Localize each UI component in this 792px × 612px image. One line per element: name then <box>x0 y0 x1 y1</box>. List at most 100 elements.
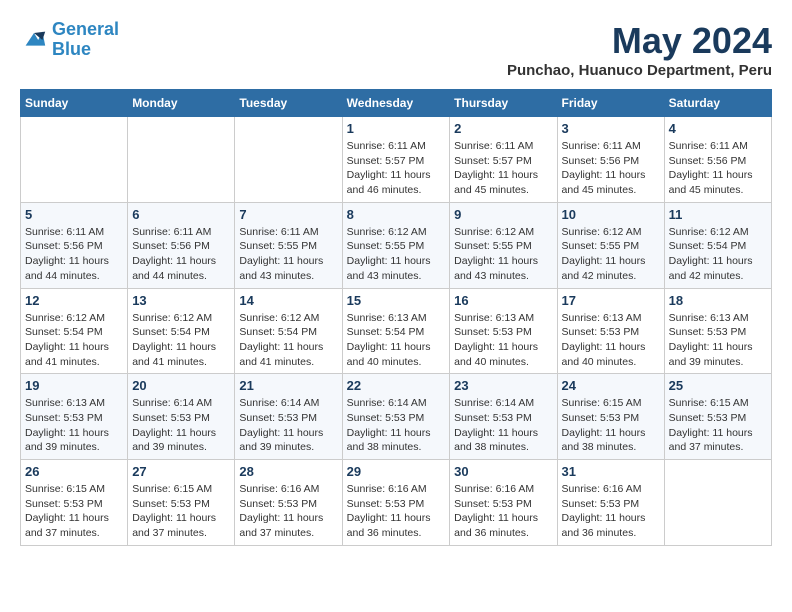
calendar-week-3: 12Sunrise: 6:12 AM Sunset: 5:54 PM Dayli… <box>21 288 772 374</box>
day-info: Sunrise: 6:13 AM Sunset: 5:54 PM Dayligh… <box>347 311 446 370</box>
day-number: 2 <box>454 121 552 136</box>
calendar-cell: 18Sunrise: 6:13 AM Sunset: 5:53 PM Dayli… <box>664 288 771 374</box>
day-info: Sunrise: 6:15 AM Sunset: 5:53 PM Dayligh… <box>562 396 660 455</box>
day-info: Sunrise: 6:16 AM Sunset: 5:53 PM Dayligh… <box>454 482 552 541</box>
calendar-cell: 22Sunrise: 6:14 AM Sunset: 5:53 PM Dayli… <box>342 374 450 460</box>
day-number: 16 <box>454 293 552 308</box>
calendar-week-4: 19 Sunrise: 6:13 AM Sunset: 5:53 PM Dayli… <box>21 374 772 460</box>
day-info: Sunrise: 6:11 AM Sunset: 5:56 PM Dayligh… <box>25 225 123 284</box>
day-info: Sunrise: 6:13 AM Sunset: 5:53 PM Dayligh… <box>25 396 123 455</box>
calendar-cell: 30 Sunrise: 6:16 AM Sunset: 5:53 PM Dayli… <box>450 460 557 546</box>
calendar-cell: 17 Sunrise: 6:13 AM Sunset: 5:53 PM Dayli… <box>557 288 664 374</box>
calendar-cell: 2 Sunrise: 6:11 AM Sunset: 5:57 PM Daylig… <box>450 117 557 203</box>
day-number: 29 <box>347 464 446 479</box>
day-info: Sunrise: 6:13 AM Sunset: 5:53 PM Dayligh… <box>669 311 767 370</box>
day-info: Sunrise: 6:12 AM Sunset: 5:54 PM Dayligh… <box>239 311 337 370</box>
day-number: 7 <box>239 207 337 222</box>
calendar-cell: 1 Sunrise: 6:11 AM Sunset: 5:57 PM Daylig… <box>342 117 450 203</box>
day-info: Sunrise: 6:15 AM Sunset: 5:53 PM Dayligh… <box>132 482 230 541</box>
day-info: Sunrise: 6:11 AM Sunset: 5:57 PM Dayligh… <box>454 139 552 198</box>
header-sunday: Sunday <box>21 90 128 117</box>
calendar-cell: 31 Sunrise: 6:16 AM Sunset: 5:53 PM Dayli… <box>557 460 664 546</box>
day-info: Sunrise: 6:11 AM Sunset: 5:56 PM Dayligh… <box>562 139 660 198</box>
calendar-cell: 27Sunrise: 6:15 AM Sunset: 5:53 PM Dayli… <box>128 460 235 546</box>
day-info: Sunrise: 6:11 AM Sunset: 5:56 PM Dayligh… <box>669 139 767 198</box>
day-info: Sunrise: 6:11 AM Sunset: 5:57 PM Dayligh… <box>347 139 446 198</box>
day-number: 20 <box>132 378 230 393</box>
day-number: 15 <box>347 293 446 308</box>
day-info: Sunrise: 6:12 AM Sunset: 5:55 PM Dayligh… <box>347 225 446 284</box>
calendar-cell: 21 Sunrise: 6:14 AM Sunset: 5:53 PM Dayli… <box>235 374 342 460</box>
calendar-cell: 15 Sunrise: 6:13 AM Sunset: 5:54 PM Dayli… <box>342 288 450 374</box>
day-info: Sunrise: 6:11 AM Sunset: 5:55 PM Dayligh… <box>239 225 337 284</box>
day-number: 3 <box>562 121 660 136</box>
day-info: Sunrise: 6:11 AM Sunset: 5:56 PM Dayligh… <box>132 225 230 284</box>
header-monday: Monday <box>128 90 235 117</box>
day-number: 4 <box>669 121 767 136</box>
calendar-cell <box>235 117 342 203</box>
day-info: Sunrise: 6:12 AM Sunset: 5:54 PM Dayligh… <box>669 225 767 284</box>
day-number: 9 <box>454 207 552 222</box>
logo-general: General <box>52 19 119 39</box>
header-saturday: Saturday <box>664 90 771 117</box>
day-number: 25 <box>669 378 767 393</box>
day-info: Sunrise: 6:13 AM Sunset: 5:53 PM Dayligh… <box>454 311 552 370</box>
day-number: 11 <box>669 207 767 222</box>
page-header: General Blue May 2024 Punchao, Huanuco D… <box>20 20 772 79</box>
day-info: Sunrise: 6:12 AM Sunset: 5:54 PM Dayligh… <box>25 311 123 370</box>
header-tuesday: Tuesday <box>235 90 342 117</box>
calendar-cell: 24Sunrise: 6:15 AM Sunset: 5:53 PM Dayli… <box>557 374 664 460</box>
calendar-week-2: 5 Sunrise: 6:11 AM Sunset: 5:56 PM Daylig… <box>21 202 772 288</box>
day-info: Sunrise: 6:12 AM Sunset: 5:55 PM Dayligh… <box>562 225 660 284</box>
header-thursday: Thursday <box>450 90 557 117</box>
calendar-cell: 13Sunrise: 6:12 AM Sunset: 5:54 PM Dayli… <box>128 288 235 374</box>
calendar-cell: 11 Sunrise: 6:12 AM Sunset: 5:54 PM Dayli… <box>664 202 771 288</box>
calendar-cell: 3 Sunrise: 6:11 AM Sunset: 5:56 PM Daylig… <box>557 117 664 203</box>
day-number: 6 <box>132 207 230 222</box>
day-number: 5 <box>25 207 123 222</box>
day-info: Sunrise: 6:16 AM Sunset: 5:53 PM Dayligh… <box>347 482 446 541</box>
day-number: 26 <box>25 464 123 479</box>
calendar-cell: 29 Sunrise: 6:16 AM Sunset: 5:53 PM Dayli… <box>342 460 450 546</box>
day-info: Sunrise: 6:15 AM Sunset: 5:53 PM Dayligh… <box>25 482 123 541</box>
month-title: May 2024 <box>507 20 772 62</box>
day-number: 8 <box>347 207 446 222</box>
location-subtitle: Punchao, Huanuco Department, Peru <box>507 62 772 79</box>
day-number: 30 <box>454 464 552 479</box>
logo-blue: Blue <box>52 39 91 59</box>
day-number: 21 <box>239 378 337 393</box>
logo-icon <box>20 26 48 54</box>
calendar-cell: 8 Sunrise: 6:12 AM Sunset: 5:55 PM Daylig… <box>342 202 450 288</box>
calendar-cell: 14 Sunrise: 6:12 AM Sunset: 5:54 PM Dayli… <box>235 288 342 374</box>
calendar-cell: 12Sunrise: 6:12 AM Sunset: 5:54 PM Dayli… <box>21 288 128 374</box>
day-number: 22 <box>347 378 446 393</box>
day-info: Sunrise: 6:13 AM Sunset: 5:53 PM Dayligh… <box>562 311 660 370</box>
day-number: 17 <box>562 293 660 308</box>
day-number: 19 <box>25 378 123 393</box>
calendar-table: SundayMondayTuesdayWednesdayThursdayFrid… <box>20 89 772 546</box>
header-wednesday: Wednesday <box>342 90 450 117</box>
day-number: 10 <box>562 207 660 222</box>
day-number: 31 <box>562 464 660 479</box>
day-number: 1 <box>347 121 446 136</box>
calendar-cell: 28Sunrise: 6:16 AM Sunset: 5:53 PM Dayli… <box>235 460 342 546</box>
calendar-cell: 19 Sunrise: 6:13 AM Sunset: 5:53 PM Dayli… <box>21 374 128 460</box>
day-info: Sunrise: 6:14 AM Sunset: 5:53 PM Dayligh… <box>454 396 552 455</box>
calendar-header-row: SundayMondayTuesdayWednesdayThursdayFrid… <box>21 90 772 117</box>
day-info: Sunrise: 6:15 AM Sunset: 5:53 PM Dayligh… <box>669 396 767 455</box>
calendar-cell: 7 Sunrise: 6:11 AM Sunset: 5:55 PM Daylig… <box>235 202 342 288</box>
calendar-cell: 23Sunrise: 6:14 AM Sunset: 5:53 PM Dayli… <box>450 374 557 460</box>
day-number: 14 <box>239 293 337 308</box>
calendar-week-5: 26 Sunrise: 6:15 AM Sunset: 5:53 PM Dayli… <box>21 460 772 546</box>
calendar-cell <box>128 117 235 203</box>
title-block: May 2024 Punchao, Huanuco Department, Pe… <box>507 20 772 79</box>
day-info: Sunrise: 6:16 AM Sunset: 5:53 PM Dayligh… <box>562 482 660 541</box>
calendar-cell: 6 Sunrise: 6:11 AM Sunset: 5:56 PM Daylig… <box>128 202 235 288</box>
day-info: Sunrise: 6:14 AM Sunset: 5:53 PM Dayligh… <box>239 396 337 455</box>
header-friday: Friday <box>557 90 664 117</box>
calendar-cell: 5 Sunrise: 6:11 AM Sunset: 5:56 PM Daylig… <box>21 202 128 288</box>
calendar-cell: 20Sunrise: 6:14 AM Sunset: 5:53 PM Dayli… <box>128 374 235 460</box>
calendar-cell: 10 Sunrise: 6:12 AM Sunset: 5:55 PM Dayli… <box>557 202 664 288</box>
day-info: Sunrise: 6:12 AM Sunset: 5:54 PM Dayligh… <box>132 311 230 370</box>
calendar-cell: 25 Sunrise: 6:15 AM Sunset: 5:53 PM Dayli… <box>664 374 771 460</box>
